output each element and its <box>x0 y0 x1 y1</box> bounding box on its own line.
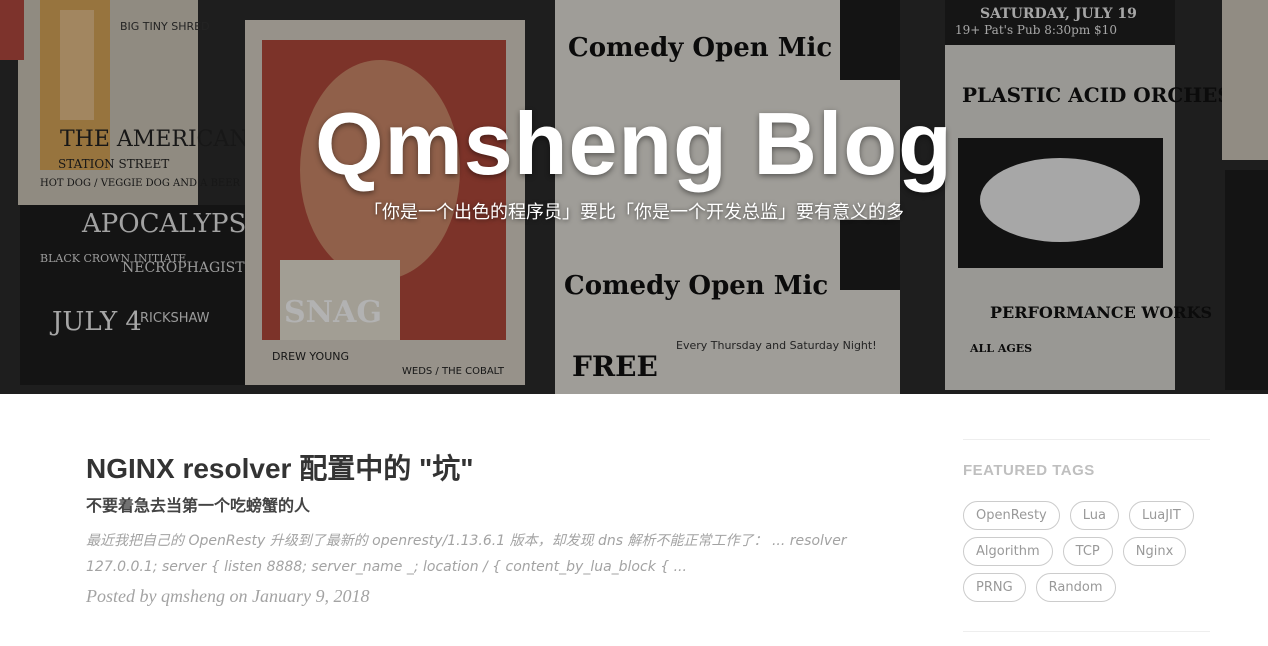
site-title: Qmsheng Blog <box>315 94 953 193</box>
tag-prng[interactable]: PRNG <box>963 573 1026 602</box>
tag-openresty[interactable]: OpenResty <box>963 501 1060 530</box>
post-subtitle[interactable]: 不要着急去当第一个吃螃蟹的人 <box>86 494 916 518</box>
main-content: NGINX resolver 配置中的 "坑" 不要着急去当第一个吃螃蟹的人 最… <box>0 394 1268 646</box>
post-meta: Posted by qmsheng on January 9, 2018 <box>86 586 370 606</box>
tag-lua[interactable]: Lua <box>1069 501 1119 530</box>
site-heading: Qmsheng Blog 「你是一个出色的程序员」要比「你是一个开发总监」要有意… <box>0 92 1268 226</box>
tag-luajit[interactable]: LuaJIT <box>1128 501 1194 530</box>
sidebar-featured-tags: FEATURED TAGS OpenResty Lua LuaJIT Algor… <box>963 439 1210 602</box>
post-title[interactable]: NGINX resolver 配置中的 "坑" <box>86 452 916 486</box>
sidebar-divider <box>963 631 1210 632</box>
post-excerpt[interactable]: 最近我把自己的 OpenResty 升级到了最新的 openresty/1.13… <box>86 528 916 580</box>
tag-tcp[interactable]: TCP <box>1062 537 1113 566</box>
tag-algorithm[interactable]: Algorithm <box>963 537 1053 566</box>
tag-nginx[interactable]: Nginx <box>1122 537 1187 566</box>
intro-header: BIG TINY SHRED THE AMERICAN STATION STRE… <box>0 0 1268 394</box>
post-link[interactable]: NGINX resolver 配置中的 "坑" 不要着急去当第一个吃螃蟹的人 最… <box>86 452 916 580</box>
tag-cloud: OpenResty Lua LuaJIT Algorithm TCP Nginx… <box>963 501 1210 602</box>
featured-tags-heading: FEATURED TAGS <box>963 462 1095 479</box>
post-preview: NGINX resolver 配置中的 "坑" 不要着急去当第一个吃螃蟹的人 最… <box>86 452 916 608</box>
site-subtitle: 「你是一个出色的程序员」要比「你是一个开发总监」要有意义的多 <box>364 202 904 223</box>
tag-random[interactable]: Random <box>1035 573 1116 602</box>
